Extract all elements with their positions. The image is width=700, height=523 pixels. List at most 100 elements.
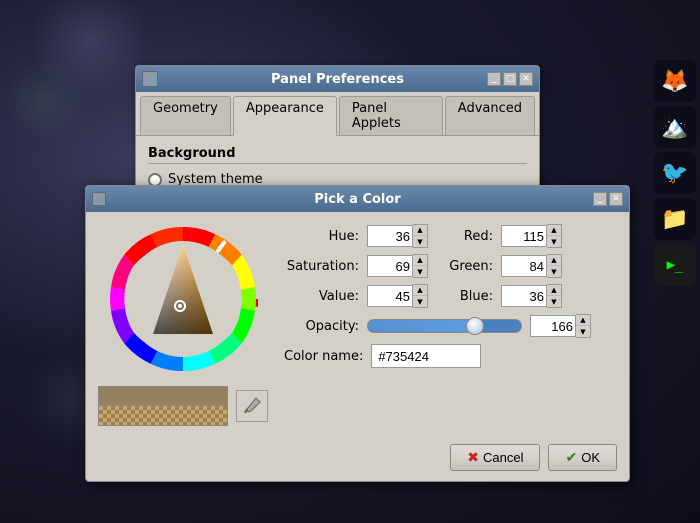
green-label: Green:: [448, 259, 493, 274]
firefox-icon[interactable]: 🦊: [654, 60, 696, 102]
cancel-label: Cancel: [483, 450, 523, 465]
preview-area: [98, 386, 268, 426]
val-up[interactable]: ▲: [413, 285, 427, 296]
red-label: Red:: [448, 229, 493, 244]
eyedropper-button[interactable]: [236, 390, 268, 422]
taskbar-right: 🦊 🏔️ 🐦 📁 ▶_: [650, 60, 700, 286]
sat-spinner-buttons: ▲ ▼: [413, 254, 428, 278]
terminal-icon[interactable]: ▶_: [654, 244, 696, 286]
green-spinner: ▲ ▼: [501, 254, 562, 278]
color-name-label: Color name:: [284, 349, 363, 364]
opacity-row: Opacity: ▲ ▼: [284, 314, 617, 338]
val-spinner-buttons: ▲ ▼: [413, 284, 428, 308]
opacity-label: Opacity:: [284, 319, 359, 334]
value-input[interactable]: [367, 285, 413, 307]
color-picker-minimize[interactable]: _: [593, 192, 607, 206]
panel-prefs-title: Panel Preferences: [271, 72, 404, 87]
color-picker-window-controls: _ ✕: [593, 192, 623, 206]
color-picker-window-icon: [92, 192, 106, 206]
green-spinner-buttons: ▲ ▼: [547, 254, 562, 278]
red-up[interactable]: ▲: [547, 225, 561, 236]
tab-panel-applets[interactable]: Panel Applets: [339, 96, 443, 135]
saturation-spinner: ▲ ▼: [367, 254, 428, 278]
red-spinner: ▲ ▼: [501, 224, 562, 248]
hue-down[interactable]: ▼: [413, 236, 427, 247]
color-picker-dialog: Pick a Color _ ✕: [85, 185, 630, 482]
opacity-spinner-buttons: ▲ ▼: [576, 314, 591, 338]
files-icon[interactable]: 📁: [654, 198, 696, 240]
color-picker-titlebar: Pick a Color _ ✕: [86, 186, 629, 212]
green-up[interactable]: ▲: [547, 255, 561, 266]
sat-up[interactable]: ▲: [413, 255, 427, 266]
red-input[interactable]: [501, 225, 547, 247]
opacity-input[interactable]: [530, 315, 576, 337]
ok-icon: ✔: [565, 449, 577, 466]
value-spinner: ▲ ▼: [367, 284, 428, 308]
cancel-button[interactable]: ✖ Cancel: [450, 444, 540, 471]
minimize-button[interactable]: _: [487, 72, 501, 86]
color-wheel-svg[interactable]: [108, 224, 258, 374]
tabs-row: Geometry Appearance Panel Applets Advanc…: [136, 92, 539, 136]
mail-icon[interactable]: 🏔️: [654, 106, 696, 148]
green-down[interactable]: ▼: [547, 266, 561, 277]
val-blue-row: Value: ▲ ▼ Blue: ▲: [284, 284, 617, 308]
sat-green-row: Saturation: ▲ ▼ Green: ▲: [284, 254, 617, 278]
blue-field-row: Blue: ▲ ▼: [448, 284, 562, 308]
saturation-input[interactable]: [367, 255, 413, 277]
dialog-buttons: ✖ Cancel ✔ OK: [86, 438, 629, 481]
opacity-down[interactable]: ▼: [576, 326, 590, 337]
color-preview-old: [98, 406, 228, 426]
hue-spinner: ▲ ▼: [367, 224, 428, 248]
hue-input[interactable]: [367, 225, 413, 247]
red-down[interactable]: ▼: [547, 236, 561, 247]
opacity-up[interactable]: ▲: [576, 315, 590, 326]
tab-advanced[interactable]: Advanced: [445, 96, 535, 135]
hue-spinner-buttons: ▲ ▼: [413, 224, 428, 248]
hue-up[interactable]: ▲: [413, 225, 427, 236]
opacity-slider[interactable]: [367, 319, 522, 333]
saturation-label: Saturation:: [284, 259, 359, 274]
sat-field-row: Saturation: ▲ ▼: [284, 254, 428, 278]
bird-icon[interactable]: 🐦: [654, 152, 696, 194]
sat-down[interactable]: ▼: [413, 266, 427, 277]
red-spinner-buttons: ▲ ▼: [547, 224, 562, 248]
wheel-area: [98, 224, 268, 426]
window-icon: [142, 71, 158, 87]
val-down[interactable]: ▼: [413, 296, 427, 307]
blue-up[interactable]: ▲: [547, 285, 561, 296]
green-input[interactable]: [501, 255, 547, 277]
blue-spinner: ▲ ▼: [501, 284, 562, 308]
blue-down[interactable]: ▼: [547, 296, 561, 307]
tab-appearance[interactable]: Appearance: [233, 96, 337, 136]
hue-red-row: Hue: ▲ ▼ Red: ▲ ▼: [284, 224, 617, 248]
picker-body: Hue: ▲ ▼ Red: ▲ ▼: [86, 212, 629, 438]
hue-field-row: Hue: ▲ ▼: [284, 224, 428, 248]
color-preview-new: [98, 386, 228, 406]
color-picker-close[interactable]: ✕: [609, 192, 623, 206]
maximize-button[interactable]: □: [503, 72, 517, 86]
blue-input[interactable]: [501, 285, 547, 307]
blue-label: Blue:: [448, 289, 493, 304]
value-label: Value:: [284, 289, 359, 304]
background-group-label: Background: [148, 146, 527, 164]
val-field-row: Value: ▲ ▼: [284, 284, 428, 308]
color-wheel-container[interactable]: [108, 224, 258, 374]
ok-button[interactable]: ✔ OK: [548, 444, 617, 471]
hue-label: Hue:: [284, 229, 359, 244]
green-field-row: Green: ▲ ▼: [448, 254, 562, 278]
opacity-slider-fill: [368, 320, 480, 332]
tab-geometry[interactable]: Geometry: [140, 96, 231, 135]
opacity-spinner: ▲ ▼: [530, 314, 591, 338]
blue-spinner-buttons: ▲ ▼: [547, 284, 562, 308]
cancel-icon: ✖: [467, 449, 479, 466]
window-controls: _ □ ✕: [487, 72, 533, 86]
opacity-thumb[interactable]: [466, 317, 484, 335]
ok-label: OK: [581, 450, 600, 465]
red-field-row: Red: ▲ ▼: [448, 224, 562, 248]
panel-prefs-titlebar: Panel Preferences _ □ ✕: [136, 66, 539, 92]
controls-area: Hue: ▲ ▼ Red: ▲ ▼: [284, 224, 617, 426]
color-name-input[interactable]: [371, 344, 481, 368]
color-picker-title: Pick a Color: [314, 192, 400, 207]
close-button[interactable]: ✕: [519, 72, 533, 86]
color-name-row: Color name:: [284, 344, 617, 368]
